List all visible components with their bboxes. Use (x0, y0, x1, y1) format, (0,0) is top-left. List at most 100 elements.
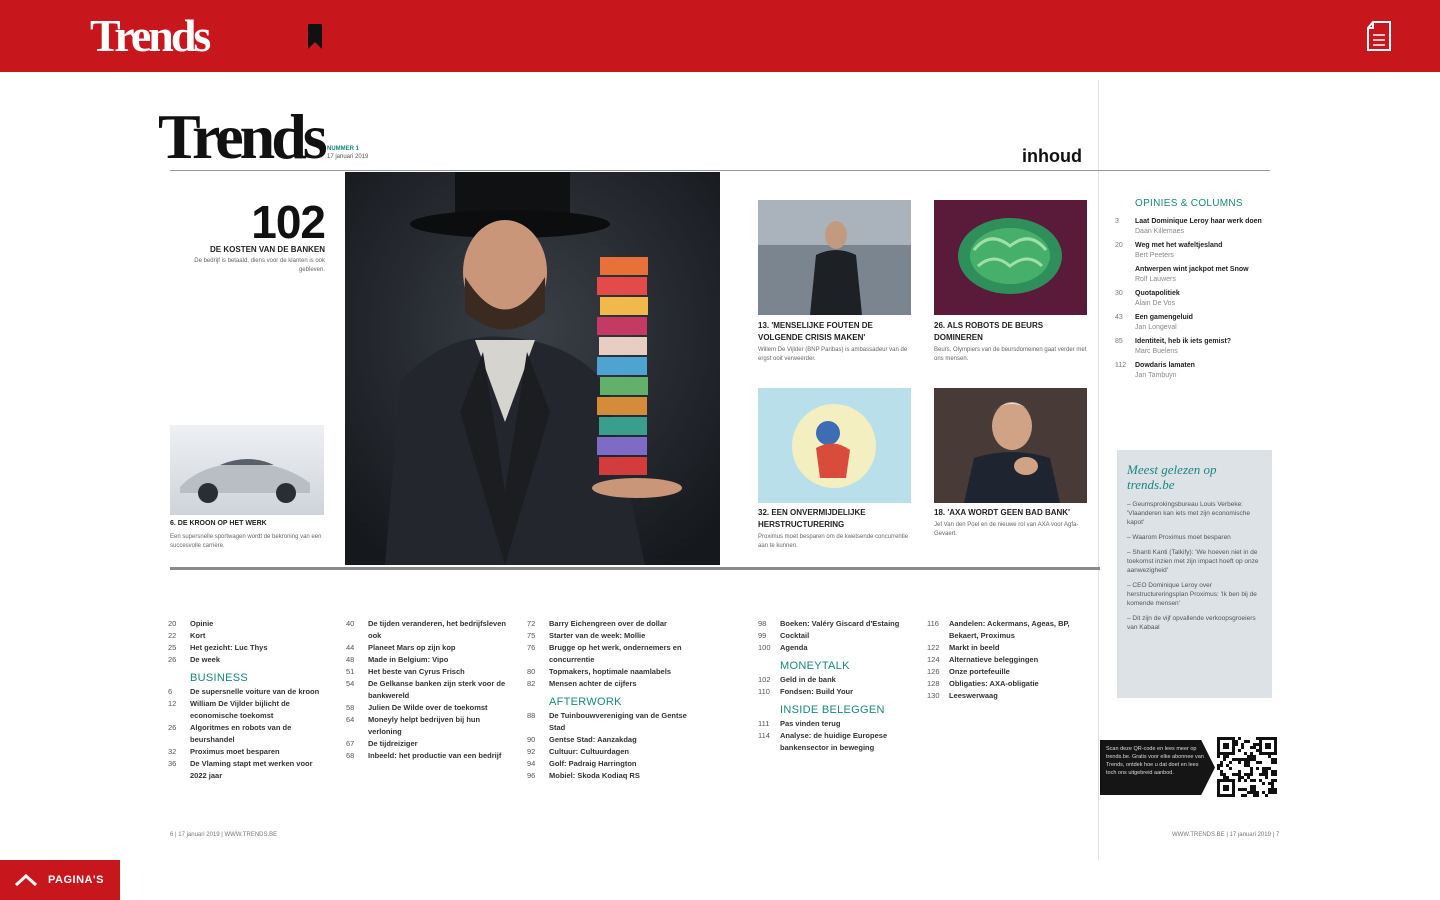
toc-entry[interactable]: 25 Het gezicht: Luc Thys (168, 642, 328, 654)
opinie-author: Rolf Lauwers (1135, 276, 1176, 283)
opinie-author: Marc Buelens (1135, 348, 1178, 355)
car-photo[interactable] (170, 425, 324, 515)
cover-photo-magician[interactable] (345, 172, 720, 565)
tile-headline-2[interactable]: 26. ALS ROBOTS DE BEURS DOMINEREN (934, 320, 1094, 344)
toc-entry[interactable]: 32 Proximus moet besparen (168, 746, 328, 758)
toc-entry[interactable]: 20 Opinie (168, 618, 328, 630)
toc-entry[interactable]: 26 Algoritmes en robots van de beurshande… (168, 722, 328, 746)
opinie-entry[interactable]: 20 Weg met het wafeltjesland Bert Peeters (1115, 241, 1265, 261)
toc-page-number: 32 (168, 747, 177, 756)
toc-entry[interactable]: 6 De supersnelle voiture van de kroon (168, 686, 328, 698)
toc-entry[interactable]: 110 Fondsen: Build Your (758, 686, 918, 698)
opinie-page-number: 85 (1115, 338, 1123, 345)
toc-entry-title: Markt in beeld (949, 643, 1000, 652)
car-story-headline[interactable]: 6. DE KROON OP HET WERK (170, 520, 325, 527)
toc-entry[interactable]: 99 Cocktail (758, 630, 918, 642)
toc-entry[interactable]: 82 Mensen achter de cijfers (527, 678, 687, 690)
chevron-up-icon (14, 873, 38, 887)
footer-left: 6 | 17 januari 2019 | WWW.TRENDS.BE (170, 832, 278, 838)
cover-story-summary: De bedrijf is betaald, diens voor de kla… (194, 258, 325, 273)
toc-entry-title: Algoritmes en robots van de beurshandel (190, 723, 292, 744)
toc-entry[interactable]: 90 Gentse Stad: Aanzakdag (527, 734, 687, 746)
toc-entry[interactable]: 88 De Tuinbouwvereniging van de Gentse St… (527, 710, 687, 734)
tile-headline-4[interactable]: 18. 'AXA WORDT GEEN BAD BANK' (934, 507, 1094, 519)
toc-entry[interactable]: 64 Moneyly helpt bedrijven bij hun verlon… (346, 714, 506, 738)
opinie-entry[interactable]: 112 Dowdaris lamaten Jan Tambuyn (1115, 361, 1265, 381)
cover-story-number[interactable]: 102 (200, 195, 326, 249)
pages-toggle-button[interactable]: PAGINA'S (0, 860, 120, 900)
toc-entry[interactable]: 94 Golf: Padraig Harrington (527, 758, 687, 770)
most-read-item[interactable]: – Waarom Proximus moet besparen (1127, 533, 1262, 542)
toc-entry-title: Cultuur: Cultuurdagen (549, 747, 629, 756)
opinie-text: Een gamengeluid Jan Longeval (1135, 313, 1193, 333)
toc-entry[interactable]: 72 Barry Eichengreen over de dollar (527, 618, 687, 630)
bookmark-icon[interactable] (307, 24, 323, 50)
toc-entry[interactable]: 96 Mobiel: Skoda Kodiaq RS (527, 770, 687, 782)
toc-page-number: 102 (758, 675, 771, 684)
toc-entry[interactable]: 22 Kort (168, 630, 328, 642)
toc-entry[interactable]: 102 Geld in de bank (758, 674, 918, 686)
toc-entry[interactable]: 67 De tijdreiziger (346, 738, 506, 750)
toc-page-number: 67 (346, 739, 355, 748)
most-read-item[interactable]: – CEO Dominique Leroy over herstructurer… (1127, 581, 1262, 608)
toc-entry[interactable]: 100 Agenda (758, 642, 918, 654)
toc-page-number: 72 (527, 619, 536, 628)
tile-headline-3[interactable]: 32. EEN ONVERMIJDELIJKE HERSTRUCTURERING (758, 507, 918, 531)
toc-entry[interactable]: 68 Inbeeld: het productie van een bedrijf (346, 750, 506, 762)
toc-entry[interactable]: 44 Planeet Mars op zijn kop (346, 642, 506, 654)
most-read-item[interactable]: – Shanti Kanti (Talkify): 'We hoeven nie… (1127, 548, 1262, 575)
toc-entry[interactable]: 124 Alternatieve beleggingen (927, 654, 1087, 666)
issue-date: 17 januari 2019 (327, 154, 369, 160)
most-read-item[interactable]: – Dit zijn de vijf opvallende verkoopsgr… (1127, 614, 1262, 632)
toc-entry[interactable]: 58 Julien De Wilde over de toekomst (346, 702, 506, 714)
toc-page-number: 130 (927, 691, 940, 700)
toc-entry[interactable]: 111 Pas vinden terug (758, 718, 918, 730)
toc-entry[interactable]: 76 Brugge op het werk, ondernemers en con… (527, 642, 687, 666)
toc-entry[interactable]: 116 Aandelen: Ackermans, Ageas, BP, Bekae… (927, 618, 1087, 642)
tile-photo-banker[interactable] (758, 200, 911, 315)
toc-page-number: 80 (527, 667, 536, 676)
tile-photo-ceo[interactable] (934, 388, 1087, 503)
toc-entry-title: Pas vinden terug (780, 719, 841, 728)
toc-entry[interactable]: 122 Markt in beeld (927, 642, 1087, 654)
pages-toggle-label: PAGINA'S (48, 874, 104, 886)
toc-entry-title: Cocktail (780, 631, 810, 640)
toc-entry[interactable]: 128 Obligaties: AXA-obligatie (927, 678, 1087, 690)
opinie-entry[interactable]: Antwerpen wint jackpot met Snow Rolf Lauw… (1115, 265, 1265, 285)
toc-entry[interactable]: 126 Onze portefeuille (927, 666, 1087, 678)
tile-headline-1[interactable]: 13. 'MENSELIJKE FOUTEN DE VOLGENDE CRISI… (758, 320, 918, 344)
opinie-entry[interactable]: 3 Laat Dominique Leroy haar werk doen Daan… (1115, 217, 1265, 237)
toc-entry[interactable]: 40 De tijden veranderen, het bedrijfsleve… (346, 618, 506, 642)
contents-rule (170, 567, 1100, 570)
cover-story-headline[interactable]: DE KOSTEN VAN DE BANKEN (190, 245, 325, 254)
opinie-entry[interactable]: 43 Een gamengeluid Jan Longeval (1115, 313, 1265, 333)
most-read-title[interactable]: Meest gelezen op trends.be (1127, 462, 1262, 492)
toc-entry[interactable]: 26 De week (168, 654, 328, 666)
toc-entry[interactable]: 114 Analyse: de huidige Europese bankense… (758, 730, 918, 754)
opinie-author: Jan Tambuyn (1135, 372, 1177, 379)
toc-entry[interactable]: 51 Het beste van Cyrus Frisch (346, 666, 506, 678)
toc-entry[interactable]: 92 Cultuur: Cultuurdagen (527, 746, 687, 758)
toc-entry[interactable]: 54 De Gelkanse banken zijn sterk voor de … (346, 678, 506, 702)
toc-entry-title: Brugge op het werk, ondernemers en concu… (549, 643, 682, 664)
toc-entry[interactable]: 12 William De Vijlder bijlicht de economi… (168, 698, 328, 722)
app-brand-logo[interactable]: Trends (90, 10, 211, 62)
toc-page-number: 92 (527, 747, 536, 756)
tile-photo-brain[interactable] (934, 200, 1087, 315)
qr-code[interactable] (1217, 737, 1277, 797)
toc-entry-title: De supersnelle voiture van de kroon (190, 687, 320, 696)
toc-entry[interactable]: 130 Leeswerwaag (927, 690, 1087, 702)
opinie-entry[interactable]: 85 Identiteit, heb ik iets gemist? Marc Bu… (1115, 337, 1265, 357)
most-read-item[interactable]: – Geumsprokingsbureau Louis Verbeke: 'Vl… (1127, 500, 1262, 527)
footer-right: WWW.TRENDS.BE | 17 januari 2019 | 7 (1172, 832, 1280, 838)
toc-entry[interactable]: 75 Starter van de week: Mollie (527, 630, 687, 642)
opinie-entry[interactable]: 30 Quotapolitiek Alain De Vos (1115, 289, 1265, 309)
toc-entry-title: Leeswerwaag (949, 691, 998, 700)
opinie-title: Quotapolitiek (1135, 290, 1180, 297)
tile-illustration-proximus[interactable] (758, 388, 911, 503)
single-page-view-icon[interactable] (1366, 20, 1392, 52)
toc-entry[interactable]: 48 Made in Belgium: Vipo (346, 654, 506, 666)
toc-entry[interactable]: 98 Boeken: Valéry Giscard d'Estaing (758, 618, 918, 630)
toc-entry[interactable]: 36 De Vlaming stapt met werken voor 2022 … (168, 758, 328, 782)
toc-entry[interactable]: 80 Topmakers, hoptimale naamlabels (527, 666, 687, 678)
